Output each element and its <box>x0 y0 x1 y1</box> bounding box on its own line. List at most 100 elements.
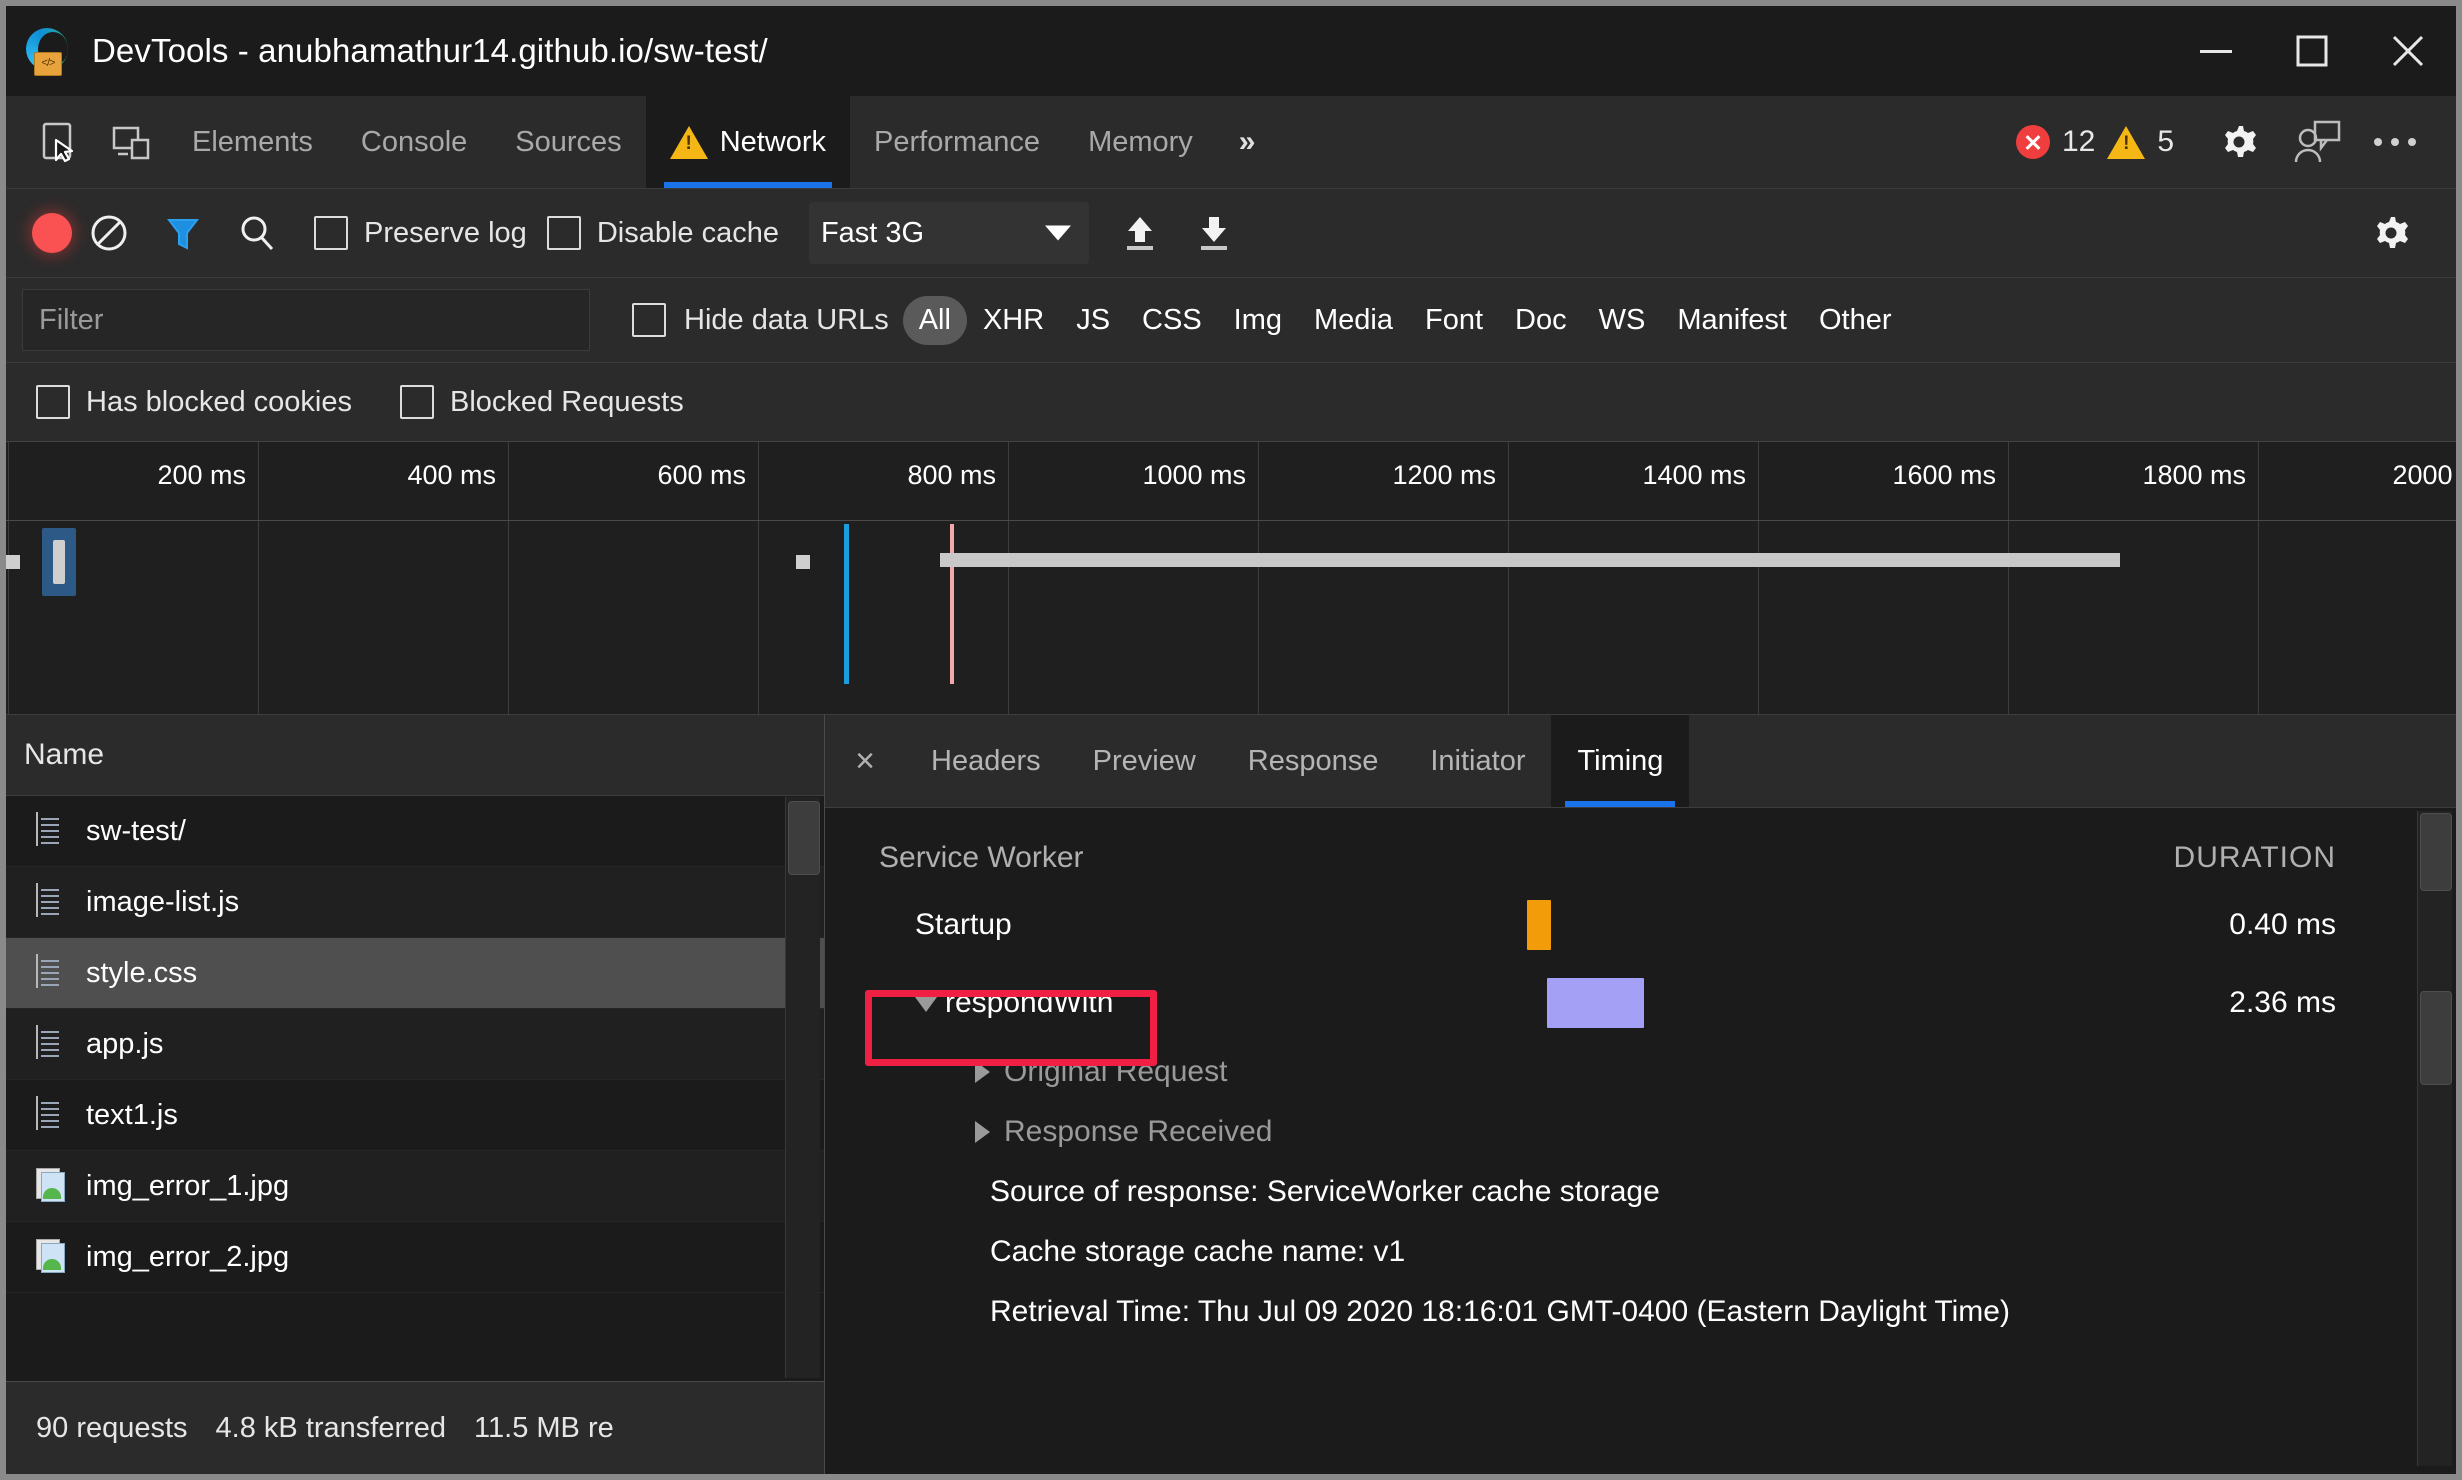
filter-type-other[interactable]: Other <box>1803 296 1908 345</box>
tab-label: Elements <box>192 125 313 158</box>
error-icon <box>2015 125 2050 159</box>
network-overview-timeline[interactable]: 200 ms 400 ms 600 ms 800 ms 1000 ms 1200… <box>6 442 2456 715</box>
more-options-icon[interactable] <box>2356 103 2434 181</box>
filter-type-font[interactable]: Font <box>1409 296 1499 345</box>
timing-scrollbar[interactable] <box>2417 811 2452 1466</box>
tab-initiator[interactable]: Initiator <box>1404 715 1551 807</box>
more-tabs-chevron-icon[interactable]: » <box>1217 96 1278 188</box>
document-icon <box>36 883 66 920</box>
devtools-window: </> DevTools - anubhamathur14.github.io/… <box>6 6 2456 1474</box>
timing-detail-retrieval-time: Retrieval Time: Thu Jul 09 2020 18:16:01… <box>990 1295 2010 1328</box>
error-count-group[interactable]: 12 5 <box>2015 125 2174 159</box>
filter-type-all[interactable]: All <box>902 295 967 345</box>
tab-timing[interactable]: Timing <box>1551 715 1690 807</box>
startup-timing-bar <box>1527 900 1552 950</box>
timing-bar-track <box>1219 964 2229 1042</box>
timing-content: Service Worker DURATION Startup 0.40 ms … <box>825 808 2456 1474</box>
filter-type-media[interactable]: Media <box>1298 296 1409 345</box>
request-row-image-list-js[interactable]: image-list.js <box>6 867 824 938</box>
title-bar: </> DevTools - anubhamathur14.github.io/… <box>6 6 2456 96</box>
devtools-status-area: 12 5 <box>2015 96 2456 188</box>
filter-type-xhr[interactable]: XHR <box>967 296 1060 345</box>
record-button[interactable] <box>32 213 72 253</box>
chevron-down-icon[interactable] <box>915 997 937 1012</box>
summary-resources: 11.5 MB re <box>474 1411 614 1444</box>
scrollbar-thumb[interactable] <box>2420 991 2452 1085</box>
clear-icon[interactable] <box>72 196 146 270</box>
throttling-select[interactable]: Fast 3G <box>808 202 1089 264</box>
tick-label: 1000 ms <box>1142 460 1246 490</box>
import-har-icon[interactable] <box>1103 196 1177 270</box>
device-toolbar-icon[interactable] <box>96 96 168 188</box>
preserve-log-checkbox[interactable]: Preserve log <box>314 216 527 250</box>
feedback-person-icon[interactable] <box>2278 103 2356 181</box>
filter-type-ws[interactable]: WS <box>1583 296 1662 345</box>
column-header-name[interactable]: Name <box>6 715 824 796</box>
scrollbar-thumb[interactable] <box>788 801 820 875</box>
filter-type-js[interactable]: JS <box>1060 296 1126 345</box>
request-row-img-error-2[interactable]: img_error_2.jpg <box>6 1222 824 1293</box>
network-settings-gear-icon[interactable] <box>2352 194 2430 272</box>
gear-icon[interactable] <box>2200 103 2278 181</box>
filter-type-doc[interactable]: Doc <box>1499 296 1583 345</box>
image-icon <box>36 1239 66 1275</box>
tab-label: Memory <box>1088 125 1193 158</box>
blocked-requests-label: Blocked Requests <box>449 385 684 418</box>
checkbox-box <box>314 216 348 250</box>
checkbox-box <box>546 216 581 250</box>
tick-label: 1600 ms <box>1892 460 1996 490</box>
summary-requests: 90 requests <box>36 1411 188 1444</box>
inspect-element-icon[interactable] <box>24 96 96 188</box>
disable-cache-checkbox[interactable]: Disable cache <box>546 216 779 250</box>
timing-detail-source-of-response: Source of response: ServiceWorker cache … <box>990 1175 1660 1208</box>
search-icon[interactable] <box>220 196 294 270</box>
timing-row-label: respondWith <box>879 986 1219 1020</box>
scrollbar-thumb-top[interactable] <box>2420 813 2452 891</box>
maximize-button[interactable] <box>2264 6 2360 96</box>
timeline-ruler: 200 ms 400 ms 600 ms 800 ms 1000 ms 1200… <box>6 442 2456 714</box>
dom-content-loaded-marker <box>844 524 849 684</box>
tab-elements[interactable]: Elements <box>168 96 337 188</box>
request-row-app-js[interactable]: app.js <box>6 1009 824 1080</box>
chevron-right-icon <box>975 1061 990 1083</box>
blocked-requests-checkbox[interactable]: Blocked Requests <box>399 385 684 419</box>
blocked-filters-row: Has blocked cookies Blocked Requests <box>6 363 2456 442</box>
hide-data-urls-checkbox[interactable]: Hide data URLs <box>632 303 889 337</box>
close-button[interactable] <box>2360 6 2456 96</box>
request-row-img-error-1[interactable]: img_error_1.jpg <box>6 1151 824 1222</box>
filter-funnel-icon[interactable] <box>146 196 220 270</box>
overview-selection-handle[interactable] <box>42 528 76 596</box>
has-blocked-cookies-checkbox[interactable]: Has blocked cookies <box>36 385 352 419</box>
tab-console[interactable]: Console <box>337 96 491 188</box>
minimize-button[interactable] <box>2168 6 2264 96</box>
timing-child-response-received[interactable]: Response Received <box>879 1102 2456 1162</box>
filter-type-img[interactable]: Img <box>1218 296 1298 345</box>
filter-type-manifest[interactable]: Manifest <box>1661 296 1803 345</box>
summary-transferred: 4.8 kB transferred <box>215 1411 447 1444</box>
edge-devtools-logo-icon: </> <box>24 28 70 76</box>
tab-sources[interactable]: Sources <box>491 96 645 188</box>
detail-tab-bar: × Headers Preview Response Initiator Tim… <box>825 715 2456 808</box>
tab-response[interactable]: Response <box>1222 715 1405 807</box>
tab-performance[interactable]: Performance <box>850 96 1064 188</box>
tab-preview[interactable]: Preview <box>1067 715 1222 807</box>
request-name: style.css <box>86 956 198 989</box>
filter-input[interactable]: Filter <box>22 289 590 351</box>
export-har-icon[interactable] <box>1177 196 1251 270</box>
request-row-style-css[interactable]: style.css <box>6 938 824 1009</box>
request-name: sw-test/ <box>86 814 186 847</box>
request-row-sw-test[interactable]: sw-test/ <box>6 796 824 867</box>
tab-network[interactable]: Network <box>645 96 851 188</box>
request-row-text1-js[interactable]: text1.js <box>6 1080 824 1151</box>
timing-row-startup[interactable]: Startup 0.40 ms <box>879 886 2456 964</box>
request-list-scrollbar[interactable] <box>785 797 820 1378</box>
close-icon[interactable]: × <box>825 715 905 807</box>
devtools-tab-bar: Elements Console Sources Network Perform… <box>6 96 2456 189</box>
timing-child-original-request[interactable]: Original Request <box>879 1042 2456 1102</box>
tab-headers[interactable]: Headers <box>905 715 1067 807</box>
tab-memory[interactable]: Memory <box>1064 96 1217 188</box>
request-name: img_error_1.jpg <box>86 1169 290 1202</box>
overview-request-bar <box>940 553 2120 567</box>
filter-type-css[interactable]: CSS <box>1126 296 1218 345</box>
timing-row-respondwith[interactable]: respondWith 2.36 ms <box>879 964 2456 1042</box>
